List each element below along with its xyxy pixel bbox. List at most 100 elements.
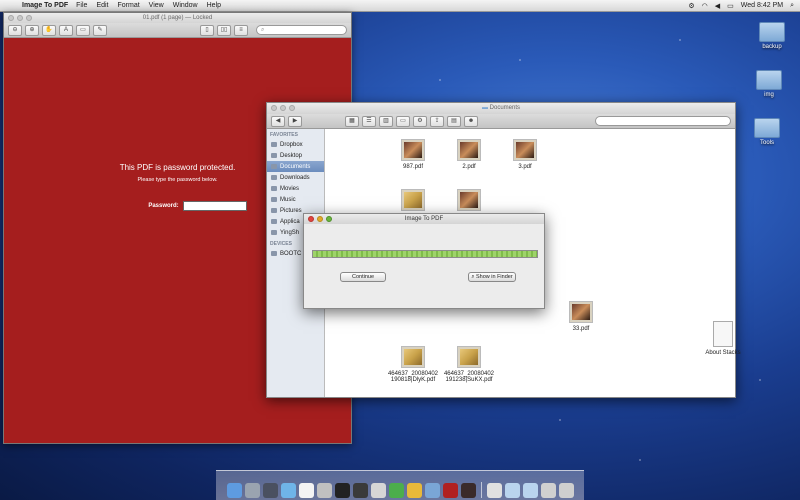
folder-icon: ▬ bbox=[481, 105, 488, 111]
back-icon[interactable]: ◀ bbox=[271, 115, 285, 127]
file-item[interactable]: 3.pdf bbox=[495, 139, 555, 170]
finder-title: Documents bbox=[489, 105, 521, 111]
activity-monitor-icon[interactable] bbox=[352, 483, 368, 498]
chrome-icon[interactable] bbox=[406, 483, 422, 498]
file-item[interactable]: 33.pdf bbox=[551, 301, 611, 332]
menu-view[interactable]: View bbox=[149, 2, 164, 9]
forward-icon[interactable]: ▶ bbox=[288, 115, 302, 127]
clock[interactable]: Wed 8:42 PM bbox=[741, 2, 783, 9]
zoom-button[interactable] bbox=[26, 15, 32, 21]
folder-icon[interactable] bbox=[522, 483, 538, 498]
battery-icon[interactable]: ▭ bbox=[727, 2, 734, 10]
app-icon[interactable] bbox=[486, 483, 502, 498]
arrange-icon[interactable]: ▤ bbox=[447, 115, 461, 127]
app-icon[interactable] bbox=[370, 483, 386, 498]
share-icon[interactable]: ⇪ bbox=[430, 115, 444, 127]
minimize-button[interactable] bbox=[280, 105, 286, 111]
desktop-folder-img[interactable]: img bbox=[749, 70, 789, 98]
mission-control-icon[interactable] bbox=[262, 483, 278, 498]
facetime-icon[interactable] bbox=[388, 483, 404, 498]
dialog-titlebar[interactable]: Image To PDF bbox=[304, 214, 544, 224]
show-in-finder-button[interactable]: ⌕ Show in Finder bbox=[468, 272, 516, 282]
app-icon[interactable]: ☻ bbox=[464, 115, 478, 127]
column-view-icon[interactable]: ▥ bbox=[379, 115, 393, 127]
dock bbox=[216, 470, 584, 500]
zoom-in-icon[interactable]: ⊕ bbox=[25, 24, 39, 36]
minimize-button[interactable] bbox=[17, 15, 23, 21]
view-double-icon[interactable]: ▯▯ bbox=[217, 24, 231, 36]
desktop-folder-backup[interactable]: backup bbox=[752, 22, 792, 50]
sidebar-item-music[interactable]: Music bbox=[267, 194, 324, 205]
folder-icon[interactable] bbox=[504, 483, 520, 498]
file-item[interactable]: About Stacks bbox=[693, 321, 753, 356]
preview-titlebar[interactable]: 01.pdf (1 page) — Locked bbox=[4, 13, 351, 23]
finder-icon[interactable] bbox=[226, 483, 242, 498]
launchpad-icon[interactable] bbox=[244, 483, 260, 498]
file-item[interactable]: 464637_20080402 191238|SuKX.pdf bbox=[439, 346, 499, 383]
menu-help[interactable]: Help bbox=[207, 2, 221, 9]
app-icon[interactable] bbox=[316, 483, 332, 498]
status-icon[interactable]: ⚙ bbox=[688, 2, 694, 10]
close-button[interactable] bbox=[271, 105, 277, 111]
menu-window[interactable]: Window bbox=[173, 2, 198, 9]
hand-tool-icon[interactable]: ✋ bbox=[42, 24, 56, 36]
disk-icon bbox=[271, 251, 277, 256]
dock-separator bbox=[480, 482, 482, 498]
zoom-button[interactable] bbox=[326, 216, 332, 222]
music-icon bbox=[271, 197, 277, 202]
safari-icon[interactable] bbox=[280, 483, 296, 498]
finder-titlebar[interactable]: ▬ Documents bbox=[267, 103, 735, 114]
wifi-icon[interactable]: ◠ bbox=[702, 2, 708, 10]
file-item[interactable] bbox=[383, 189, 443, 214]
sidebar-item-label: Downloads bbox=[280, 174, 310, 181]
zoom-out-icon[interactable]: ⊖ bbox=[8, 24, 22, 36]
close-button[interactable] bbox=[308, 216, 314, 222]
zoom-button[interactable] bbox=[289, 105, 295, 111]
icon-view-icon[interactable]: ▦ bbox=[345, 115, 359, 127]
menu-format[interactable]: Format bbox=[118, 2, 140, 9]
desktop-icon-label: Tools bbox=[759, 140, 774, 146]
preview-search-input[interactable]: ⌕ bbox=[256, 25, 347, 35]
file-item[interactable] bbox=[439, 189, 499, 214]
sidebar-item-desktop[interactable]: Desktop bbox=[267, 150, 324, 161]
spotlight-search-icon[interactable]: ⌕ bbox=[790, 2, 794, 10]
close-button[interactable] bbox=[8, 15, 14, 21]
minimize-button[interactable] bbox=[317, 216, 323, 222]
sidebar-item-label: Applica bbox=[280, 218, 300, 225]
show-in-finder-label: Show in Finder bbox=[475, 274, 513, 280]
list-view-icon[interactable]: ☰ bbox=[362, 115, 376, 127]
app-icon[interactable] bbox=[442, 483, 458, 498]
view-single-icon[interactable]: ▯ bbox=[200, 24, 214, 36]
app-icon[interactable] bbox=[540, 483, 556, 498]
xcode-icon[interactable] bbox=[424, 483, 440, 498]
coverflow-view-icon[interactable]: ▭ bbox=[396, 115, 410, 127]
desktop-folder-tools[interactable]: Tools bbox=[747, 118, 787, 146]
finder-search-input[interactable] bbox=[595, 116, 731, 126]
sidebar-item-movies[interactable]: Movies bbox=[267, 183, 324, 194]
password-input[interactable] bbox=[182, 201, 247, 211]
pictures-icon bbox=[271, 208, 277, 213]
terminal-icon[interactable] bbox=[334, 483, 350, 498]
view-scroll-icon[interactable]: ≡ bbox=[234, 24, 248, 36]
menu-file[interactable]: File bbox=[76, 2, 87, 9]
sidebar-item-downloads[interactable]: Downloads bbox=[267, 172, 324, 183]
menu-edit[interactable]: Edit bbox=[96, 2, 108, 9]
calendar-icon[interactable] bbox=[298, 483, 314, 498]
continue-button[interactable]: Continue bbox=[340, 272, 386, 282]
app-icon[interactable] bbox=[460, 483, 476, 498]
sidebar-item-label: Documents bbox=[280, 163, 311, 170]
text-select-icon[interactable]: A bbox=[59, 24, 73, 36]
sidebar-item-documents[interactable]: Documents bbox=[267, 161, 324, 172]
file-item[interactable]: 464637_20080402 190818|DlyK.pdf bbox=[383, 346, 443, 383]
file-item[interactable]: 987.pdf bbox=[383, 139, 443, 170]
menu-app-name[interactable]: Image To PDF bbox=[22, 2, 68, 9]
file-item[interactable]: 2.pdf bbox=[439, 139, 499, 170]
volume-icon[interactable]: ◀ bbox=[715, 2, 720, 10]
gear-icon[interactable]: ⚙ bbox=[413, 115, 427, 127]
sidebar-item-dropbox[interactable]: Dropbox bbox=[267, 139, 324, 150]
annotate-icon[interactable]: ✎ bbox=[93, 24, 107, 36]
sidebar-item-label: Music bbox=[280, 196, 296, 203]
trash-icon[interactable] bbox=[558, 483, 574, 498]
sidebar-item-label: Desktop bbox=[280, 152, 303, 159]
rect-select-icon[interactable]: ▭ bbox=[76, 24, 90, 36]
